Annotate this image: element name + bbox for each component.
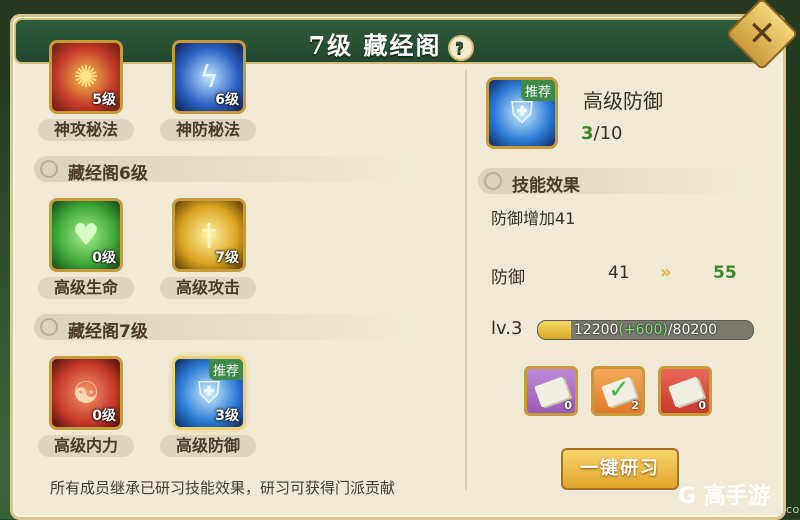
skill-name: 高级防御 [160, 435, 256, 457]
skill-level: 7级 [215, 250, 239, 266]
effect-text: 防御增加41 [491, 209, 576, 228]
item-count: 0 [698, 399, 706, 412]
panel-title: 7级 藏经阁? [16, 26, 766, 61]
panel-divider [465, 70, 467, 490]
skill-level: 0级 [92, 250, 116, 266]
close-icon: ✕ [747, 14, 777, 54]
stat-label: 防御 [491, 268, 525, 288]
checkmark-icon: ✓ [608, 375, 630, 405]
skill-level: 3级 [215, 408, 239, 424]
section-title: 藏经阁6级 [68, 164, 148, 184]
section-title: 技能效果 [512, 176, 580, 196]
skill-level: 0级 [92, 408, 116, 424]
title-bar: 7级 藏经阁? [14, 18, 768, 64]
skill-gaojigongji[interactable]: † 7级 [172, 198, 246, 272]
skill-gaojineili[interactable]: ☯ 0级 [49, 356, 123, 430]
exp-gain: (+600) [618, 322, 668, 338]
exp-text: 12200(+600)/80200 [538, 321, 753, 339]
title-text: 7级 藏经阁 [308, 31, 442, 60]
skill-shenfang[interactable]: ϟ 6级 [172, 40, 246, 114]
level-label: lv.3 [491, 318, 523, 339]
exp-progress-bar: 12200(+600)/80200 [537, 320, 754, 340]
scroll-item-red[interactable]: 0 [658, 366, 712, 416]
stat-old-value: 41 [608, 263, 630, 283]
double-arrow-icon: » [660, 262, 671, 283]
swirl-icon [484, 172, 502, 190]
skill-name: 神攻秘法 [38, 119, 134, 141]
stat-new-value: 55 [713, 263, 737, 283]
help-icon[interactable]: ? [447, 34, 474, 61]
selected-skill-name: 高级防御 [583, 89, 663, 113]
skill-gaojifangyu-selected[interactable]: ⛨ 推荐 3级 [172, 356, 246, 430]
exp-max: /80200 [667, 322, 718, 338]
inheritance-note: 所有成员继承已研习技能效果，研习可获得门派贡献 [50, 479, 396, 497]
skill-level: 6级 [215, 92, 239, 108]
swirl-icon [40, 318, 58, 336]
exp-current: 12200 [573, 322, 619, 338]
skill-progress: 3/10 [581, 123, 623, 144]
skill-name: 高级攻击 [160, 277, 256, 299]
section-header-7: 藏经阁7级 [34, 314, 434, 342]
progress-current: 3 [581, 123, 594, 144]
item-count: 2 [631, 399, 639, 412]
skill-gaojishengming[interactable]: ♥ 0级 [49, 198, 123, 272]
skill-level: 5级 [92, 92, 116, 108]
effect-section-header: 技能效果 [478, 168, 758, 196]
swirl-icon [40, 160, 58, 178]
skill-name: 高级内力 [38, 435, 134, 457]
skill-shengong[interactable]: ✺ 5级 [49, 40, 123, 114]
watermark-site: GAOSHOUYOU.COM [715, 506, 800, 515]
recommend-badge: 推荐 [208, 359, 243, 380]
recommend-badge: 推荐 [520, 80, 555, 101]
section-header-6: 藏经阁6级 [34, 156, 434, 184]
scroll-item-purple[interactable]: 0 [524, 366, 578, 416]
selected-skill-icon: ⛨ 推荐 [486, 77, 558, 149]
scroll-item-orange[interactable]: ✓ 2 [591, 366, 645, 416]
section-title: 藏经阁7级 [68, 322, 148, 342]
progress-max: /10 [593, 123, 623, 144]
skill-name: 神防秘法 [160, 119, 256, 141]
one-click-study-button[interactable]: 一键研习 [561, 448, 679, 490]
item-count: 0 [564, 399, 572, 412]
skill-name: 高级生命 [38, 277, 134, 299]
